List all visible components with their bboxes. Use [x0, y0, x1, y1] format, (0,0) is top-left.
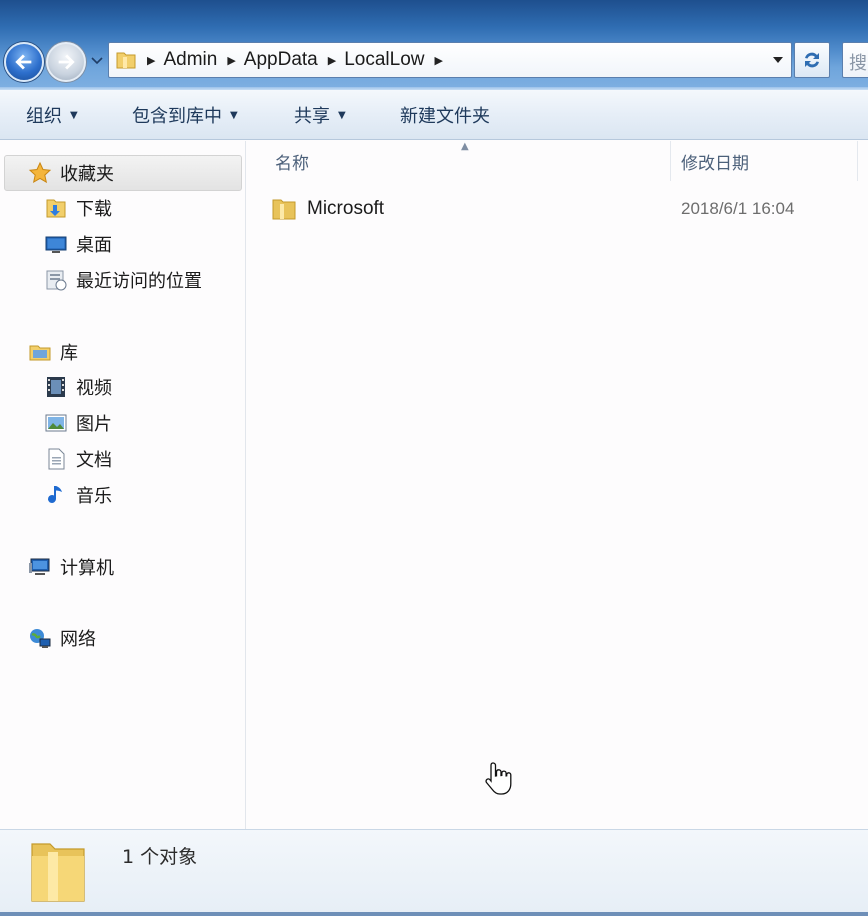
- nav-favorites-label: 收藏夹: [60, 164, 114, 185]
- nav-item-music[interactable]: 音乐: [44, 480, 112, 510]
- computer-icon: [28, 555, 52, 579]
- column-divider[interactable]: [857, 141, 858, 181]
- nav-item-documents-label: 文档: [76, 450, 112, 471]
- column-header-date-label: 修改日期: [681, 153, 749, 174]
- nav-item-pictures[interactable]: 图片: [44, 408, 112, 438]
- nav-item-recent-places-label: 最近访问的位置: [76, 271, 202, 292]
- nav-item-music-label: 音乐: [76, 486, 112, 507]
- search-input[interactable]: 搜: [842, 42, 868, 78]
- hand-cursor-icon: [485, 762, 512, 795]
- nav-computer[interactable]: 计算机: [28, 552, 114, 582]
- organize-menu[interactable]: 组织 ▼: [26, 90, 78, 140]
- nav-item-documents[interactable]: 文档: [44, 444, 112, 474]
- nav-item-pictures-label: 图片: [76, 414, 112, 435]
- window-bottom-edge: [0, 912, 868, 916]
- chevron-right-icon[interactable]: ▶: [435, 54, 443, 67]
- command-bar: 组织 ▼ 包含到库中 ▼ 共享 ▼ 新建文件夹: [0, 90, 868, 140]
- dropdown-arrow-icon: ▼: [338, 109, 346, 121]
- table-row[interactable]: Microsoft 2018/6/1 16:04: [271, 191, 851, 227]
- nav-libraries-label: 库: [60, 343, 78, 364]
- pictures-icon: [44, 411, 68, 435]
- share-label: 共享: [294, 106, 330, 127]
- address-bar-strip: ▶ Admin ▶ AppData ▶ LocalLow ▶ 搜: [0, 0, 868, 90]
- column-header-name[interactable]: 名称: [275, 141, 309, 181]
- new-folder-label: 新建文件夹: [400, 106, 490, 127]
- details-pane: 1 个对象: [0, 829, 868, 916]
- dropdown-arrow-icon: [773, 57, 783, 63]
- nav-network-label: 网络: [60, 629, 96, 650]
- network-icon: [28, 626, 52, 650]
- dropdown-arrow-icon: ▼: [230, 109, 238, 121]
- sort-ascending-icon: ▲: [461, 141, 469, 152]
- nav-favorites[interactable]: 收藏夹: [28, 158, 114, 188]
- nav-network[interactable]: 网络: [28, 623, 96, 653]
- file-name: Microsoft: [307, 198, 385, 219]
- music-icon: [44, 483, 68, 507]
- breadcrumb-appdata[interactable]: AppData: [244, 49, 318, 71]
- download-folder-icon: [44, 196, 68, 220]
- chevron-right-icon[interactable]: ▶: [227, 54, 235, 67]
- share-menu[interactable]: 共享 ▼: [294, 90, 346, 140]
- nav-item-desktop[interactable]: 桌面: [44, 229, 112, 259]
- documents-icon: [44, 447, 68, 471]
- address-history-dropdown[interactable]: [771, 53, 785, 67]
- column-header-date-modified[interactable]: 修改日期: [681, 141, 749, 181]
- video-icon: [44, 375, 68, 399]
- nav-item-downloads[interactable]: 下载: [44, 193, 112, 223]
- nav-item-downloads-label: 下载: [76, 199, 112, 220]
- recent-pages-button[interactable]: [90, 55, 104, 67]
- library-icon: [28, 340, 52, 364]
- nav-computer-label: 计算机: [60, 558, 114, 579]
- forward-arrow-icon: [58, 54, 75, 70]
- address-field[interactable]: ▶ Admin ▶ AppData ▶ LocalLow ▶: [108, 42, 792, 78]
- recent-places-icon: [44, 268, 68, 292]
- chevron-down-icon: [91, 57, 103, 65]
- nav-item-desktop-label: 桌面: [76, 235, 112, 256]
- organize-label: 组织: [26, 106, 62, 127]
- item-count: 1 个对象: [122, 846, 198, 868]
- nav-item-videos-label: 视频: [76, 378, 112, 399]
- column-header-name-label: 名称: [275, 153, 309, 174]
- navigation-pane: 收藏夹 下载 桌面 最近访问的位置 库 视频 图片 文档 音乐 计算机 网络: [0, 141, 246, 829]
- nav-item-recent-places[interactable]: 最近访问的位置: [44, 265, 202, 295]
- star-icon: [28, 161, 52, 185]
- nav-item-videos[interactable]: 视频: [44, 372, 112, 402]
- folder-icon: [31, 843, 85, 902]
- breadcrumb-locallow[interactable]: LocalLow: [344, 49, 424, 71]
- desktop-icon: [44, 232, 68, 256]
- breadcrumb-admin[interactable]: Admin: [163, 49, 217, 71]
- file-date-modified: 2018/6/1 16:04: [681, 199, 795, 218]
- new-folder-button[interactable]: 新建文件夹: [400, 90, 490, 140]
- refresh-button[interactable]: [794, 42, 830, 78]
- file-list: 名称 ▲ 修改日期 Microsoft 2018/6/1 16:04: [247, 141, 868, 829]
- include-in-library-menu[interactable]: 包含到库中 ▼: [132, 90, 238, 140]
- folder-icon: [116, 52, 136, 69]
- include-in-library-label: 包含到库中: [132, 106, 222, 127]
- folder-icon: [272, 199, 296, 220]
- column-divider[interactable]: [670, 141, 671, 181]
- refresh-icon: [805, 52, 819, 68]
- nav-libraries[interactable]: 库: [28, 337, 78, 367]
- chevron-right-icon[interactable]: ▶: [328, 54, 336, 67]
- forward-button[interactable]: [46, 42, 86, 82]
- chevron-right-icon[interactable]: ▶: [147, 54, 155, 67]
- dropdown-arrow-icon: ▼: [70, 109, 78, 121]
- back-button[interactable]: [4, 42, 44, 82]
- back-arrow-icon: [15, 54, 32, 70]
